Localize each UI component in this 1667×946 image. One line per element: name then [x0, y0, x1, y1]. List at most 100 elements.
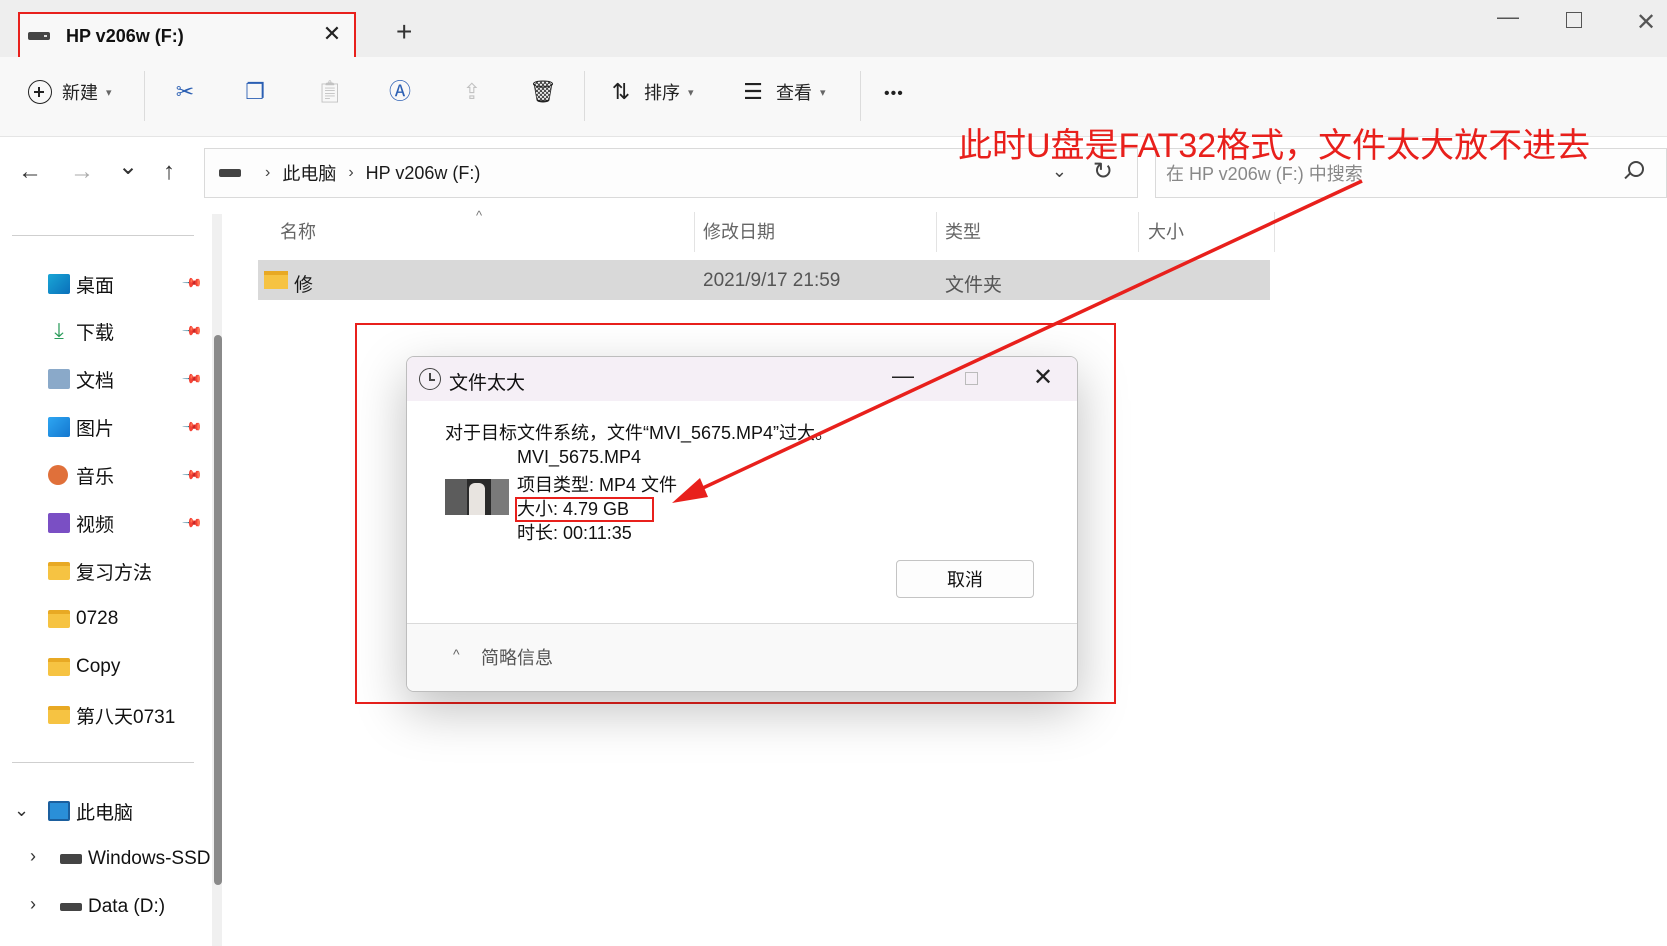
close-window-button[interactable]: ✕ [1636, 8, 1656, 37]
sidebar-item-label: 复习方法 [76, 562, 153, 584]
delete-icon: 🗑︎ [529, 79, 557, 104]
sidebar-divider [12, 762, 194, 763]
chevron-up-icon[interactable]: ^ [453, 646, 460, 662]
sort-ascending-icon: ^ [476, 208, 483, 223]
sidebar-item-label: 第八天0731 [76, 706, 176, 728]
title-bar: HP v206w (F:) ✕ + — ✕ [0, 0, 1667, 60]
sidebar-item-music[interactable]: 音乐 [48, 460, 114, 490]
dialog-title: 文件太大 [449, 373, 526, 394]
sidebar-item-label: 视频 [76, 514, 115, 536]
share-icon: ⇪ [462, 79, 482, 104]
folder-icon [48, 658, 70, 676]
sidebar-item-folder[interactable]: 第八天0731 [48, 700, 175, 730]
fewer-details-toggle[interactable]: 简略信息 [481, 644, 553, 670]
column-header-name[interactable]: 名称 [280, 218, 316, 244]
column-header-modified[interactable]: 修改日期 [703, 218, 775, 244]
sidebar-item-label: Data (D:) [88, 896, 166, 917]
sort-icon: ⇅ [611, 79, 631, 104]
dialog-minimize-button[interactable]: — [892, 363, 914, 389]
view-label: 查看 [776, 83, 812, 103]
sidebar-item-folder[interactable]: 复习方法 [48, 556, 152, 586]
sidebar-item-label: 文档 [76, 370, 115, 392]
videos-icon [48, 513, 70, 533]
pictures-icon [48, 417, 70, 437]
chevron-down-icon: ▾ [106, 86, 112, 99]
dialog-message: 对于目标文件系统，文件“MVI_5675.MP4”过大。 [445, 423, 834, 443]
cancel-button[interactable]: 取消 [896, 560, 1034, 598]
sidebar-item-label: 0728 [76, 608, 119, 629]
sidebar-item-windows-ssd[interactable]: Windows-SSD [60, 844, 210, 874]
expand-chevron-icon[interactable]: › [30, 846, 36, 867]
sidebar-item-label: Windows-SSD [88, 848, 211, 869]
file-name[interactable]: 修 [294, 270, 313, 297]
drive-icon [60, 903, 82, 911]
computer-icon [48, 801, 70, 821]
recent-locations-button[interactable]: ⌄ [118, 152, 138, 181]
sidebar-item-data-drive[interactable]: Data (D:) [60, 892, 165, 922]
view-button[interactable]: ☰ 查看 ▾ [740, 79, 825, 105]
clock-icon [419, 368, 441, 390]
delete-button[interactable]: 🗑︎ [529, 79, 557, 105]
sidebar-item-pictures[interactable]: 图片 [48, 412, 114, 442]
view-icon: ☰ [743, 79, 763, 104]
size-annotation-box [515, 497, 654, 522]
dialog-footer: ^ 简略信息 [407, 624, 1077, 691]
column-divider[interactable] [936, 212, 937, 252]
sidebar-item-label: 图片 [76, 418, 115, 440]
sidebar-item-label: 音乐 [76, 466, 115, 488]
back-button[interactable]: ← [18, 158, 42, 186]
dialog-title-bar: 文件太大 — ✕ [407, 357, 1077, 401]
dialog-close-button[interactable]: ✕ [1033, 363, 1053, 392]
dialog-file-name: MVI_5675.MP4 [517, 447, 642, 467]
new-button[interactable]: 新建 ▾ [28, 79, 112, 105]
sidebar-item-folder[interactable]: 0728 [48, 604, 118, 634]
column-divider[interactable] [694, 212, 695, 252]
breadcrumb-this-pc[interactable]: 此电脑 [282, 160, 336, 186]
column-header-type[interactable]: 类型 [945, 218, 981, 244]
folder-icon [48, 706, 70, 724]
sidebar-item-downloads[interactable]: ⤓ 下载 [48, 316, 114, 346]
toolbar-divider [584, 71, 585, 121]
cut-icon: ✂ [175, 79, 195, 104]
sidebar-item-this-pc[interactable]: 此电脑 [48, 796, 133, 826]
dialog-maximize-button [965, 372, 978, 385]
breadcrumb-drive[interactable]: HP v206w (F:) [366, 163, 481, 184]
maximize-button[interactable] [1566, 12, 1582, 28]
sort-button[interactable]: ⇅ 排序 ▾ [608, 79, 694, 105]
minimize-button[interactable]: — [1497, 4, 1519, 30]
sidebar-item-documents[interactable]: 文档 [48, 364, 114, 394]
cut-button[interactable]: ✂ [172, 79, 198, 105]
sidebar-divider [12, 235, 194, 236]
share-button[interactable]: ⇪ [459, 79, 485, 105]
sidebar-item-folder[interactable]: Copy [48, 652, 120, 682]
sidebar-item-label: 下载 [76, 322, 115, 344]
sidebar-item-label: Copy [76, 656, 121, 677]
paste-button[interactable]: 📋︎ [316, 79, 344, 105]
sidebar-scrollbar-thumb[interactable] [214, 335, 222, 885]
rename-button[interactable]: Ⓐ [387, 79, 413, 105]
chevron-down-icon: ▾ [688, 86, 694, 99]
download-icon: ⤓ [54, 318, 64, 343]
column-divider[interactable] [1138, 212, 1139, 252]
toolbar-divider [860, 71, 861, 121]
column-divider[interactable] [1274, 212, 1275, 252]
column-header-size[interactable]: 大小 [1148, 218, 1184, 244]
copy-button[interactable]: ❐ [242, 79, 268, 105]
sidebar-item-videos[interactable]: 视频 [48, 508, 114, 538]
sort-label: 排序 [644, 83, 680, 103]
collapse-chevron-icon[interactable]: ⌄ [14, 800, 29, 821]
desktop-icon [48, 274, 70, 294]
sidebar-item-desktop[interactable]: 桌面 [48, 269, 114, 299]
up-button[interactable]: ↑ [163, 158, 175, 186]
copy-icon: ❐ [245, 79, 265, 104]
dialog-file-type: 项目类型: MP4 文件 [517, 475, 678, 495]
folder-icon [48, 562, 70, 580]
forward-button[interactable]: → [70, 158, 94, 186]
more-options-button[interactable]: ••• [884, 85, 904, 103]
plus-circle-icon [28, 80, 52, 104]
documents-icon [48, 369, 70, 389]
expand-chevron-icon[interactable]: › [30, 894, 36, 915]
new-label: 新建 [62, 83, 98, 103]
new-tab-button[interactable]: + [396, 16, 412, 48]
search-icon[interactable] [1628, 161, 1644, 177]
